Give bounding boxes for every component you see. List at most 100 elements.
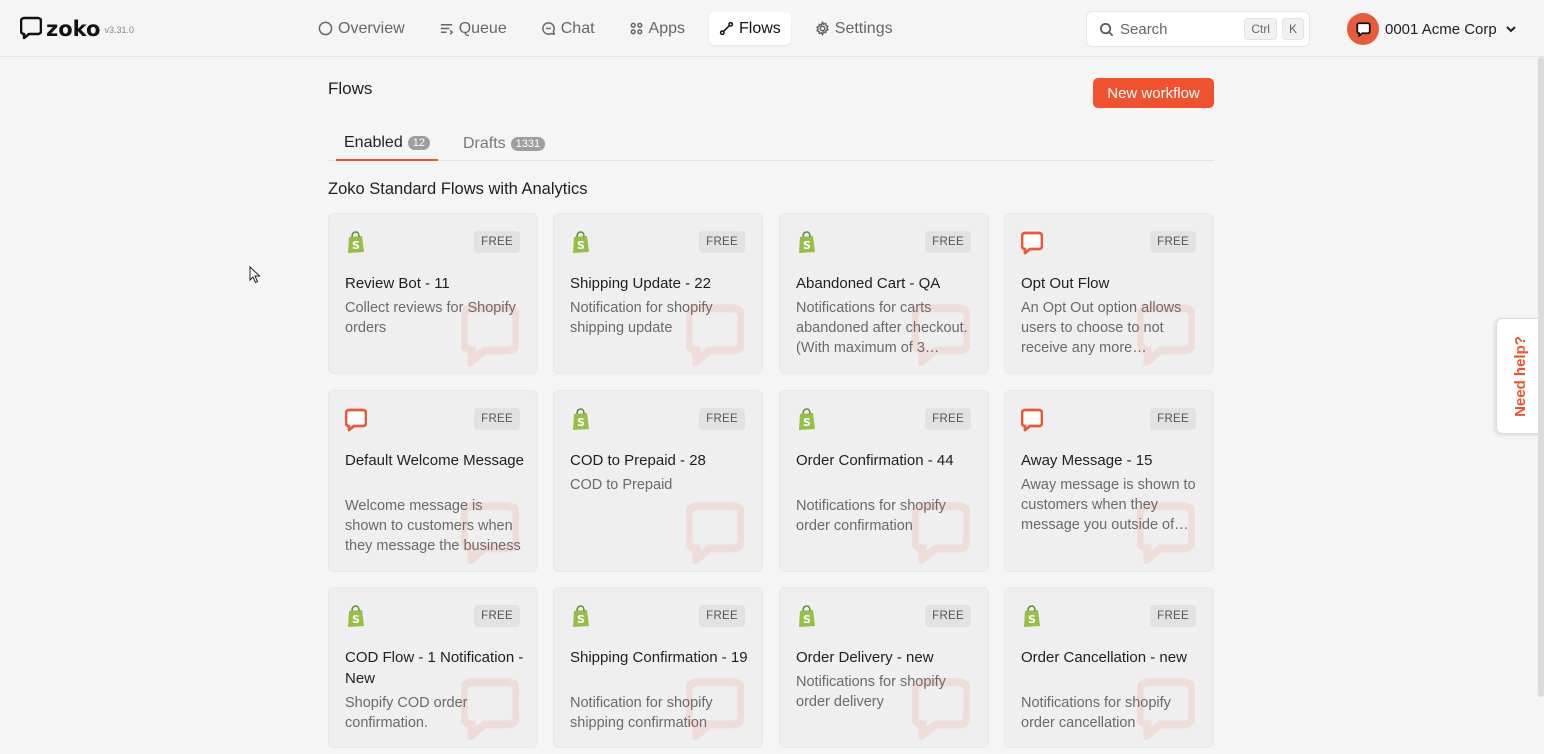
flow-card[interactable]: S FREE COD Flow - 1 Notification - New Shop… — [328, 587, 538, 748]
free-badge: FREE — [925, 605, 971, 627]
svg-text:S: S — [803, 613, 811, 626]
free-badge: FREE — [474, 605, 520, 627]
zoko-icon — [1020, 231, 1044, 255]
flow-card[interactable]: S FREE COD to Prepaid - 28 COD to Prepaid — [553, 390, 763, 572]
nav-overview[interactable]: Overview — [308, 12, 415, 45]
svg-text:S: S — [1028, 613, 1036, 626]
shopify-icon: S — [796, 231, 818, 255]
zoko-watermark-icon — [910, 677, 972, 744]
shopify-icon: S — [796, 408, 818, 432]
flow-card[interactable]: S FREE Order Confirmation - 44 Notification… — [779, 390, 989, 572]
circle-icon — [318, 21, 333, 36]
apps-icon — [630, 22, 642, 35]
flow-card-title: Shipping Update - 22 — [570, 275, 711, 292]
nav-queue[interactable]: Queue — [429, 12, 517, 45]
need-help-label: Need help? — [1512, 335, 1530, 417]
need-help-tab[interactable]: Need help? — [1496, 318, 1544, 434]
tab-enabled[interactable]: Enabled 12 — [336, 127, 438, 161]
mouse-cursor-icon — [249, 266, 261, 284]
svg-text:S: S — [352, 613, 360, 626]
zoko-logo-icon — [20, 16, 42, 40]
main-nav: Overview Queue Chat Apps Flows Settings — [308, 12, 917, 45]
flow-card-title: Abandoned Cart - QA — [796, 275, 941, 292]
zoko-watermark-icon — [684, 501, 746, 568]
flow-card-description: COD to Prepaid — [570, 477, 673, 493]
shopify-icon: S — [570, 605, 592, 629]
search-box[interactable]: Search Ctrl K — [1086, 11, 1310, 47]
free-badge: FREE — [1150, 231, 1196, 253]
flow-card-title: Default Welcome Message — [345, 452, 524, 469]
flow-card-title: Order Delivery - new — [796, 649, 934, 666]
flow-card[interactable]: S FREE Review Bot - 11 Collect reviews for … — [328, 213, 538, 374]
shortcut-k-key: K — [1281, 18, 1304, 40]
new-workflow-button[interactable]: New workflow — [1093, 78, 1214, 108]
tab-label: Drafts — [463, 135, 506, 152]
svg-text:S: S — [577, 416, 585, 429]
shopify-icon: S — [345, 231, 367, 255]
flow-card-title: Review Bot - 11 — [345, 275, 450, 292]
tab-count-badge: 1331 — [510, 137, 546, 151]
free-badge: FREE — [474, 231, 520, 253]
free-badge: FREE — [699, 605, 745, 627]
zoko-watermark-icon — [459, 501, 521, 568]
flow-card[interactable]: FREE Default Welcome Message Welcome messa… — [328, 390, 538, 572]
avatar — [1347, 13, 1379, 45]
flow-card[interactable]: S FREE Abandoned Cart - QA Notifications fo… — [779, 213, 989, 374]
account-menu[interactable]: 0001 Acme Corp — [1347, 13, 1517, 45]
free-badge: FREE — [699, 408, 745, 430]
flows-icon — [719, 21, 734, 36]
free-badge: FREE — [1150, 605, 1196, 627]
free-badge: FREE — [474, 408, 520, 430]
zoko-watermark-icon — [684, 677, 746, 744]
zoko-icon — [1020, 408, 1044, 432]
nav-apps[interactable]: Apps — [619, 12, 695, 45]
scrollbar[interactable] — [1538, 57, 1544, 697]
shopify-icon: S — [796, 605, 818, 629]
account-name: 0001 Acme Corp — [1385, 20, 1497, 38]
free-badge: FREE — [699, 231, 745, 253]
zoko-icon — [344, 408, 368, 432]
nav-chat[interactable]: Chat — [531, 12, 605, 45]
flow-tabs: Enabled 12 Drafts 1331 — [328, 127, 1214, 161]
flow-card[interactable]: S FREE Shipping Update - 22 Notification fo… — [553, 213, 763, 374]
flow-card-title: Order Confirmation - 44 — [796, 452, 954, 469]
nav-label: Apps — [648, 19, 685, 37]
chat-icon — [541, 22, 555, 36]
search-placeholder: Search — [1120, 20, 1168, 38]
flow-card[interactable]: FREE Opt Out Flow An Opt Out option allows… — [1004, 213, 1214, 374]
svg-text:S: S — [803, 239, 811, 252]
gear-icon — [815, 21, 829, 36]
flow-card[interactable]: S FREE Order Delivery - new Notifications f… — [779, 587, 989, 748]
zoko-watermark-icon — [459, 303, 521, 370]
shopify-icon: S — [1021, 605, 1043, 629]
nav-label: Flows — [739, 19, 781, 37]
zoko-watermark-icon — [684, 303, 746, 370]
app-logo[interactable]: zoko v3.31.0 — [20, 16, 134, 40]
flow-card-title: COD to Prepaid - 28 — [570, 452, 706, 469]
flow-card[interactable]: S FREE Shipping Confirmation - 19 Notificat… — [553, 587, 763, 748]
zoko-watermark-icon — [910, 501, 972, 568]
svg-text:S: S — [577, 613, 585, 626]
shopify-icon: S — [570, 408, 592, 432]
shopify-icon: S — [345, 605, 367, 629]
zoko-watermark-icon — [1135, 677, 1197, 744]
page-title: Flows — [328, 79, 373, 98]
tab-count-badge: 12 — [407, 136, 430, 150]
svg-text:S: S — [803, 416, 811, 429]
top-bar: zoko v3.31.0 Overview Queue Chat Apps Fl… — [0, 0, 1544, 57]
svg-text:S: S — [577, 239, 585, 252]
zoko-watermark-icon — [1135, 303, 1197, 370]
flow-card[interactable]: FREE Away Message - 15 Away message is sho… — [1004, 390, 1214, 572]
app-version: v3.31.0 — [104, 25, 135, 35]
svg-text:S: S — [352, 239, 360, 252]
app-name: zoko — [46, 17, 101, 41]
nav-settings[interactable]: Settings — [805, 12, 903, 45]
chevron-down-icon — [1506, 26, 1516, 33]
flow-card[interactable]: S FREE Order Cancellation - new Notificatio… — [1004, 587, 1214, 748]
tab-drafts[interactable]: Drafts 1331 — [463, 127, 546, 161]
nav-flows[interactable]: Flows — [709, 12, 791, 45]
shortcut-ctrl-key: Ctrl — [1244, 18, 1277, 40]
nav-label: Overview — [338, 19, 405, 37]
section-title: Zoko Standard Flows with Analytics — [328, 180, 588, 198]
flow-card-title: Away Message - 15 — [1021, 452, 1153, 469]
